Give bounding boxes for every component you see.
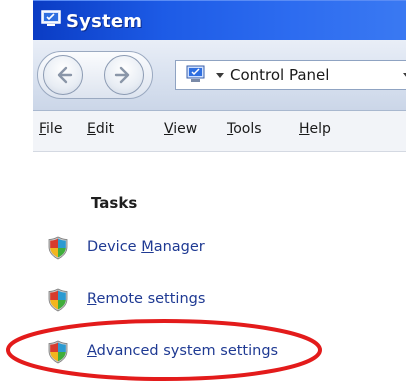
- menu-view[interactable]: View: [164, 121, 197, 137]
- nav-buttons: [37, 51, 153, 99]
- menu-help[interactable]: Help: [299, 121, 331, 137]
- remote-settings-link[interactable]: Remote settings: [87, 291, 205, 307]
- tasks-heading: Tasks: [91, 194, 138, 212]
- address-bar[interactable]: Control Panel: [175, 60, 406, 90]
- menu-file[interactable]: File: [39, 121, 62, 137]
- menu-tools[interactable]: Tools: [227, 121, 262, 137]
- device-manager-link[interactable]: Device Manager: [87, 239, 205, 255]
- window-title: System: [66, 11, 143, 32]
- address-breadcrumb[interactable]: Control Panel: [230, 66, 329, 84]
- uac-shield-icon: [48, 340, 68, 364]
- system-monitor-icon: [41, 10, 61, 26]
- uac-shield-icon: [48, 288, 68, 312]
- title-bar[interactable]: System: [33, 0, 406, 41]
- menu-edit[interactable]: Edit: [87, 121, 114, 137]
- forward-button[interactable]: [104, 55, 144, 95]
- menu-bar: File Edit View Tools Help: [33, 111, 406, 152]
- chevron-down-icon[interactable]: [216, 73, 224, 78]
- tasks-pane: Tasks Device Manager Remote settings Adv…: [33, 152, 406, 392]
- control-panel-icon: [186, 65, 205, 82]
- navigation-bar: Control Panel: [33, 40, 406, 111]
- back-arrow-icon: [57, 66, 73, 84]
- system-window: System Control Panel File Edit View Tool…: [33, 0, 406, 392]
- advanced-system-settings-link[interactable]: Advanced system settings: [87, 343, 278, 359]
- forward-arrow-icon: [114, 66, 130, 84]
- uac-shield-icon: [48, 236, 68, 260]
- back-button[interactable]: [43, 55, 83, 95]
